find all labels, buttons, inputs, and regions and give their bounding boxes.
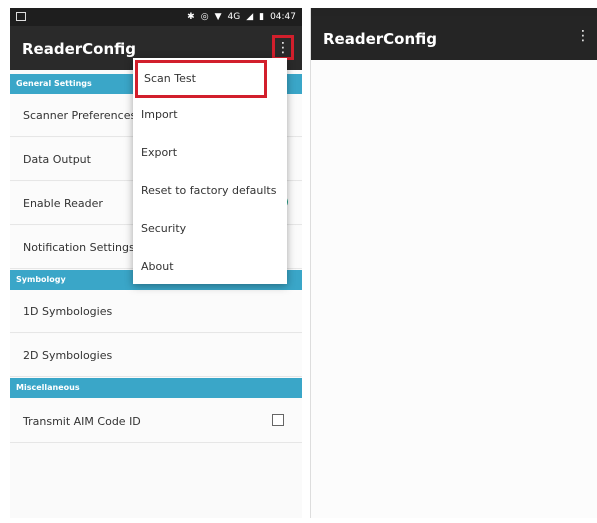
time: 04:47 [270, 12, 296, 22]
wifi-icon: ▼ [214, 12, 222, 22]
section-header-miscellaneous: Miscellaneous [10, 378, 302, 398]
settings-item-1d-symbologies[interactable]: 1D Symbologies [10, 290, 302, 333]
right-phone-screen: ReaderConfig ⋮ [310, 8, 597, 518]
status-icons: ✱ ◎ ▼ 4G ◢ ▮ 04:47 [187, 11, 296, 23]
settings-item-2d-symbologies[interactable]: 2D Symbologies [10, 334, 302, 377]
notification-icon [16, 12, 26, 21]
menu-item-scan-test[interactable]: Scan Test [135, 60, 267, 98]
transmit-aim-code-id-checkbox[interactable] [272, 414, 284, 426]
status-bar [311, 8, 597, 16]
battery-icon: ▮ [259, 12, 265, 22]
app-title: ReaderConfig [323, 30, 438, 48]
more-vert-icon: ⋮ [276, 39, 290, 56]
sync-icon: ◎ [200, 12, 209, 22]
menu-item-import[interactable]: Import [133, 96, 287, 134]
menu-item-about[interactable]: About [133, 248, 287, 286]
bluetooth-icon: ✱ [187, 12, 195, 22]
app-toolbar: ReaderConfig ⋮ [311, 16, 597, 60]
settings-item-transmit-aim-code-id[interactable]: Transmit AIM Code ID [10, 400, 302, 443]
enable-reader-label: Enable Reader [23, 197, 103, 210]
transmit-aim-code-id-label: Transmit AIM Code ID [23, 415, 141, 428]
app-title: ReaderConfig [22, 40, 137, 58]
menu-item-reset-factory-defaults[interactable]: Reset to factory defaults [133, 172, 287, 210]
left-phone-screen: ✱ ◎ ▼ 4G ◢ ▮ 04:47 ReaderConfig ⋮ Genera… [10, 8, 302, 518]
menu-item-security[interactable]: Security [133, 210, 287, 248]
signal-icon: ◢ [246, 12, 254, 22]
more-vert-icon[interactable]: ⋮ [576, 28, 590, 44]
network-type: 4G [227, 12, 241, 22]
overflow-menu: Scan Test Import Export Reset to factory… [133, 58, 287, 284]
status-bar: ✱ ◎ ▼ 4G ◢ ▮ 04:47 [10, 8, 302, 26]
overflow-menu-button[interactable]: ⋮ [272, 35, 294, 60]
menu-item-export[interactable]: Export [133, 134, 287, 172]
